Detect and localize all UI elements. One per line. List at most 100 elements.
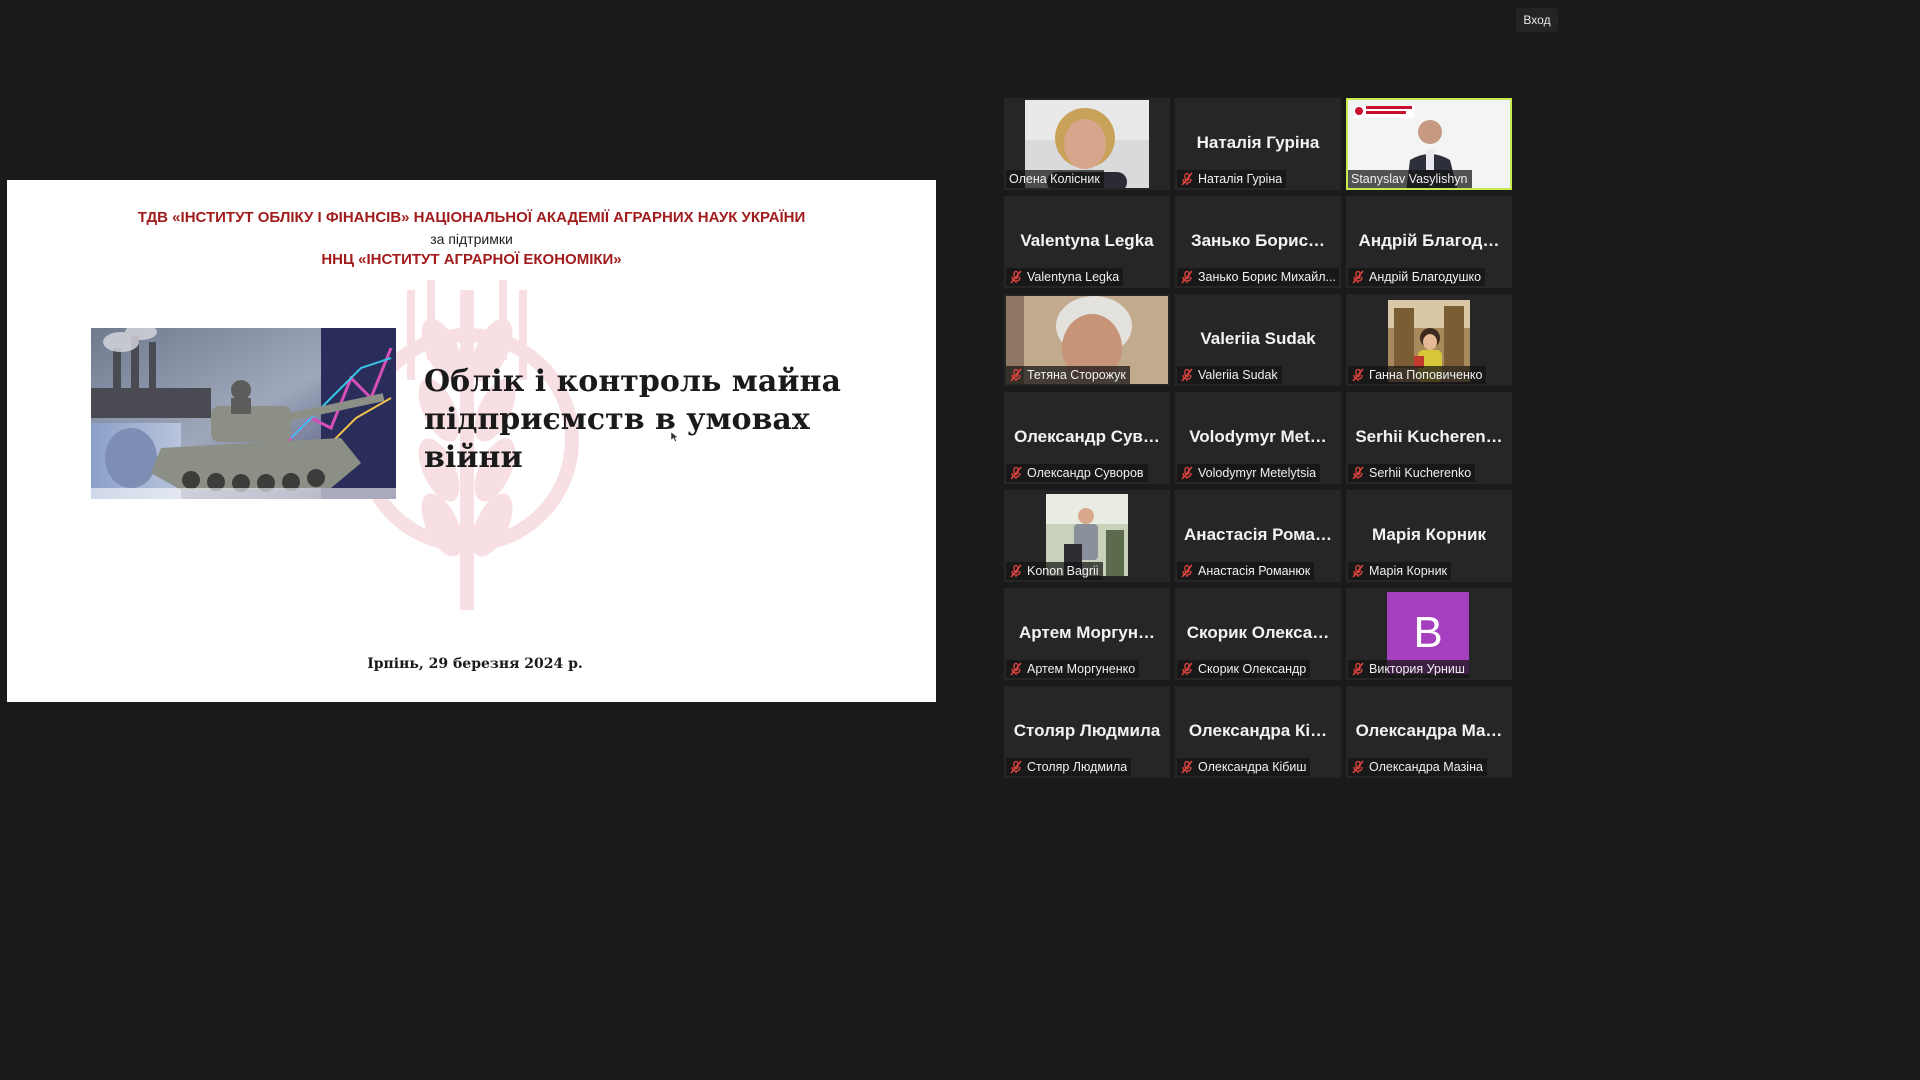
slide-header-partner: ННЦ «ІНСТИТУТ АГРАРНОЇ ЕКОНОМІКИ»	[321, 251, 622, 268]
participant-display-name: Артем Моргун…	[1018, 623, 1156, 642]
participant-display-name: Скорик Олекса…	[1186, 623, 1330, 642]
participant-display-name: Анастасія Рома…	[1184, 525, 1332, 544]
participant-name: Valentyna Legka	[1027, 270, 1120, 284]
zoom-meeting-window: Вход ТДВ «ІНСТИТУТ ОБЛІКУ І ФІНАНСІВ» НА…	[0, 0, 1568, 882]
participant-name-label: Андрій Благодушко	[1348, 268, 1486, 286]
participant-name-label: Valentyna Legka	[1006, 268, 1124, 286]
participant-tile[interactable]: Konon Bagrii	[1004, 490, 1170, 582]
participant-tile[interactable]: Столяр Людмила Столяр Людмила	[1004, 686, 1170, 778]
participant-tile[interactable]: Марія Корник Марія Корник	[1346, 490, 1512, 582]
tank-collage-image	[91, 328, 396, 499]
participant-name: Олена Колісник	[1009, 172, 1100, 186]
participant-tile[interactable]: Олена Колісник	[1004, 98, 1170, 190]
participant-name-label: Олександра Кібиш	[1177, 758, 1311, 776]
participant-name: Олександра Мазіна	[1369, 760, 1483, 774]
mic-off-icon	[1352, 368, 1364, 382]
participant-name: Ганна Поповиченко	[1369, 368, 1483, 382]
mic-off-icon	[1352, 662, 1364, 676]
participant-name: Анастасія Романюк	[1198, 564, 1311, 578]
participant-name: Артем Моргуненко	[1027, 662, 1136, 676]
participant-name: Konon Bagrii	[1027, 564, 1099, 578]
mic-off-icon	[1181, 760, 1193, 774]
participant-tile[interactable]: Наталія Гуріна Наталія Гуріна	[1175, 98, 1341, 190]
participant-tile[interactable]: Serhii Kucheren… Serhii Kucherenko	[1346, 392, 1512, 484]
mic-off-icon	[1010, 466, 1022, 480]
participant-name-label: Олександр Суворов	[1006, 464, 1148, 482]
participant-tile[interactable]: B Виктория Урниш	[1346, 588, 1512, 680]
participant-tile[interactable]: Valentyna Legka Valentyna Legka	[1004, 196, 1170, 288]
shared-screen[interactable]: ТДВ «ІНСТИТУТ ОБЛІКУ І ФІНАНСІВ» НАЦІОНА…	[7, 180, 936, 702]
participant-tile[interactable]: Stanyslav Vasylishyn	[1346, 98, 1512, 190]
participant-name-label: Ганна Поповиченко	[1348, 366, 1487, 384]
participant-name-label: Анастасія Романюк	[1177, 562, 1315, 580]
participant-name: Марія Корник	[1369, 564, 1448, 578]
participant-tile[interactable]: Скорик Олекса… Скорик Олександр	[1175, 588, 1341, 680]
mic-off-icon	[1181, 368, 1193, 382]
participant-name-label: Олександра Мазіна	[1348, 758, 1487, 776]
mic-off-icon	[1181, 270, 1193, 284]
participant-name-label: Марія Корник	[1348, 562, 1452, 580]
participant-name-label: Скорик Олександр	[1177, 660, 1311, 678]
participant-tile[interactable]: Олександра Кі… Олександра Кібиш	[1175, 686, 1341, 778]
participant-name: Наталія Гуріна	[1198, 172, 1283, 186]
participant-display-name: Андрій Благод…	[1358, 231, 1500, 250]
participant-tile[interactable]: Valeriia Sudak Valeriia Sudak	[1175, 294, 1341, 386]
participant-display-name: Valentyna Legka	[1020, 231, 1154, 250]
participant-name-label: Олена Колісник	[1006, 170, 1104, 188]
participant-name-label: Konon Bagrii	[1006, 562, 1103, 580]
participant-name: Valeriia Sudak	[1198, 368, 1278, 382]
participant-name: Тетяна Сторожук	[1027, 368, 1126, 382]
participant-name-label: Тетяна Сторожук	[1006, 366, 1130, 384]
participant-name-label: Stanyslav Vasylishyn	[1348, 170, 1472, 188]
mic-off-icon	[1352, 760, 1364, 774]
participant-display-name: Наталія Гуріна	[1196, 133, 1320, 152]
participant-display-name: Марія Корник	[1372, 525, 1486, 544]
participant-display-name: Олександра Ма…	[1355, 721, 1503, 740]
participant-name: Олександра Кібиш	[1198, 760, 1307, 774]
slide-title: Облік і контроль майна підприємств в умо…	[424, 364, 841, 475]
participant-display-name: Valeriia Sudak	[1200, 329, 1316, 348]
participant-tile[interactable]: Артем Моргун… Артем Моргуненко	[1004, 588, 1170, 680]
participant-tile[interactable]: Андрій Благод… Андрій Благодушко	[1346, 196, 1512, 288]
participant-tile[interactable]: Тетяна Сторожук	[1004, 294, 1170, 386]
mic-off-icon	[1352, 270, 1364, 284]
participant-name-label: Наталія Гуріна	[1177, 170, 1287, 188]
participant-name-label: Serhii Kucherenko	[1348, 464, 1476, 482]
participant-name-label: Volodymyr Metelytsia	[1177, 464, 1321, 482]
participant-tile[interactable]: Олександр Сув… Олександр Суворов	[1004, 392, 1170, 484]
participant-display-name: Олександр Сув…	[1014, 427, 1160, 446]
mic-off-icon	[1010, 662, 1022, 676]
participant-tile[interactable]: Volodymyr Met… Volodymyr Metelytsia	[1175, 392, 1341, 484]
mic-off-icon	[1352, 564, 1364, 578]
mic-off-icon	[1010, 368, 1022, 382]
participants-gallery: Олена Колісник Наталія Гуріна Наталія Гур…	[1004, 98, 1512, 778]
participant-name: Виктория Урниш	[1369, 662, 1465, 676]
mic-off-icon	[1181, 172, 1193, 186]
participant-name: Занько Борис Михайл...	[1198, 270, 1336, 284]
participant-name-label: Виктория Урниш	[1348, 660, 1469, 678]
participant-name: Столяр Людмила	[1027, 760, 1128, 774]
participant-display-name: Столяр Людмила	[1013, 721, 1161, 740]
participant-name: Олександр Суворов	[1027, 466, 1144, 480]
signin-button[interactable]: Вход	[1516, 8, 1558, 32]
mic-off-icon	[1010, 760, 1022, 774]
participant-tile[interactable]: Анастасія Рома… Анастасія Романюк	[1175, 490, 1341, 582]
participant-tile[interactable]: Олександра Ма… Олександра Мазіна	[1346, 686, 1512, 778]
participant-name-label: Valeriia Sudak	[1177, 366, 1282, 384]
participant-tile[interactable]: Ганна Поповиченко	[1346, 294, 1512, 386]
participant-name: Андрій Благодушко	[1369, 270, 1482, 284]
mic-off-icon	[1181, 564, 1193, 578]
participant-name: Скорик Олександр	[1198, 662, 1307, 676]
mic-off-icon	[1010, 270, 1022, 284]
mic-off-icon	[1352, 466, 1364, 480]
participant-name: Volodymyr Metelytsia	[1198, 466, 1317, 480]
participant-display-name: Олександра Кі…	[1188, 721, 1328, 740]
participant-tile[interactable]: Занько Борис… Занько Борис Михайл...	[1175, 196, 1341, 288]
slide-header-institute: ТДВ «ІНСТИТУТ ОБЛІКУ І ФІНАНСІВ» НАЦІОНА…	[137, 209, 806, 226]
slide-header-support: за підтримки	[430, 231, 513, 247]
participant-name: Serhii Kucherenko	[1369, 466, 1472, 480]
mic-off-icon	[1010, 564, 1022, 578]
participant-name-label: Артем Моргуненко	[1006, 660, 1140, 678]
participant-display-name: Volodymyr Met…	[1189, 427, 1327, 446]
participant-name: Stanyslav Vasylishyn	[1351, 172, 1468, 186]
